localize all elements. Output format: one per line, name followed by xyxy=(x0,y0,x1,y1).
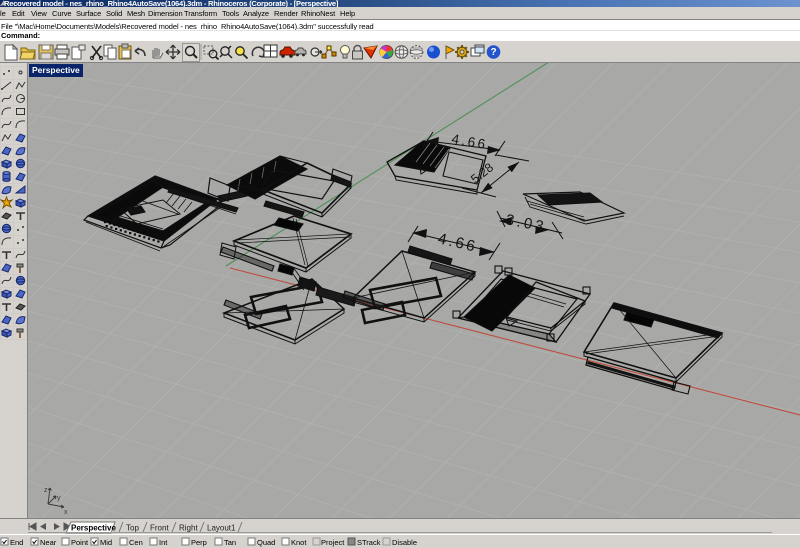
svg-text:x: x xyxy=(64,509,68,516)
svg-text:y: y xyxy=(57,495,61,502)
svg-text:Right: Right xyxy=(179,524,198,533)
svg-text:Front: Front xyxy=(150,524,169,533)
svg-text:Knot: Knot xyxy=(291,538,307,547)
svg-text:Disable: Disable xyxy=(392,538,417,547)
svg-text:Top: Top xyxy=(126,524,139,533)
svg-text:Cen: Cen xyxy=(129,538,143,547)
svg-text:Near: Near xyxy=(40,538,57,547)
svg-text:Mid: Mid xyxy=(100,538,112,547)
svg-text:End: End xyxy=(10,538,23,547)
svg-text:Perspective: Perspective xyxy=(71,524,116,533)
svg-text:?: ? xyxy=(490,47,496,58)
svg-text:z: z xyxy=(44,487,48,494)
svg-text:Perp: Perp xyxy=(191,538,207,547)
svg-text:Project: Project xyxy=(321,538,345,547)
svg-text:Point: Point xyxy=(71,538,89,547)
svg-text:Quad: Quad xyxy=(257,538,275,547)
svg-text:Int: Int xyxy=(159,538,168,547)
svg-text:Layout1: Layout1 xyxy=(207,524,236,533)
svg-text:Tan: Tan xyxy=(224,538,236,547)
svg-text:STrack: STrack xyxy=(357,538,381,547)
